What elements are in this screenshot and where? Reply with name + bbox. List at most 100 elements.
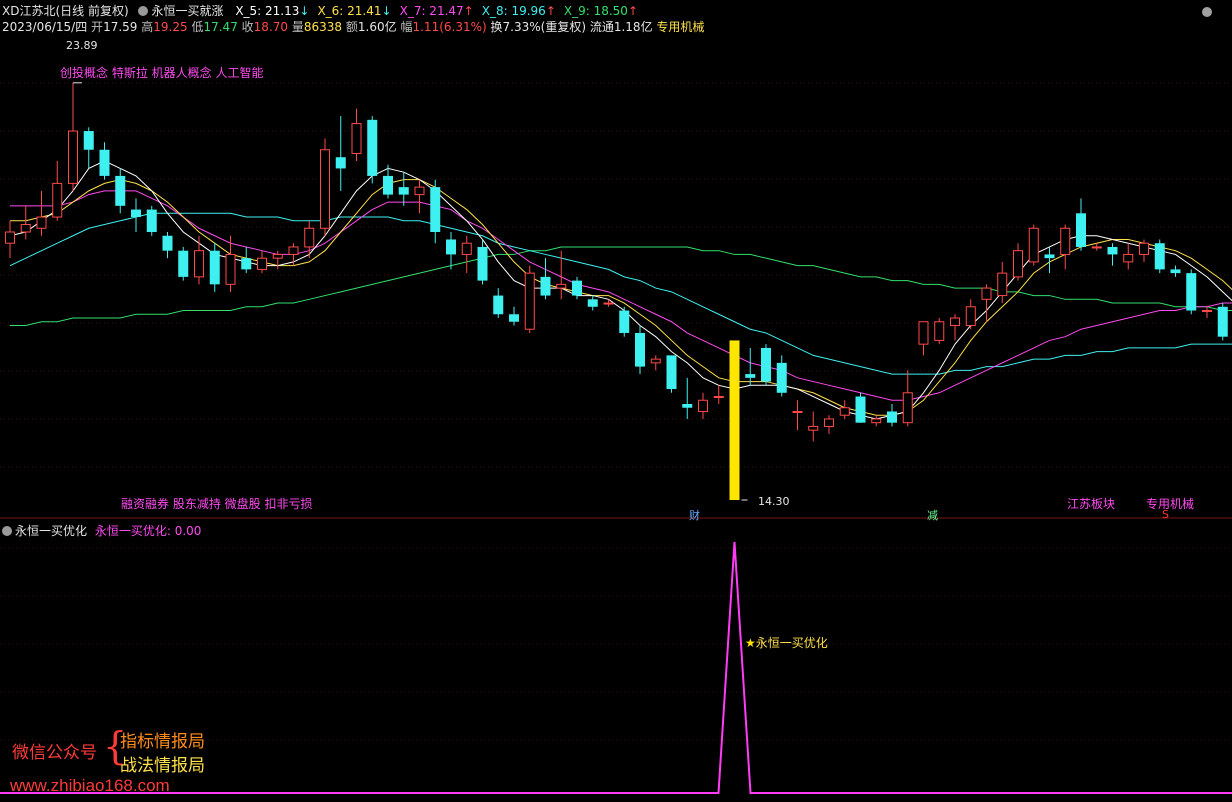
candle-body <box>1028 227 1039 263</box>
quote-volume: 86338 <box>303 20 343 34</box>
candle-body <box>194 250 204 278</box>
candle-body <box>146 209 157 232</box>
candle-body <box>1091 246 1102 249</box>
candle-body <box>745 374 756 378</box>
jiangsu-sector-label[interactable]: 江苏板块 <box>1067 495 1115 512</box>
signal-bar <box>729 340 740 500</box>
indicator-menu-icon[interactable] <box>138 6 149 16</box>
ma-value-8: X_8: 19.96↑ <box>481 4 556 18</box>
signal-annotation: ★永恒一买优化 <box>745 634 828 651</box>
candle-body <box>587 299 598 307</box>
ma-value-6: X_6: 21.41↓ <box>317 4 392 18</box>
candle-body <box>824 418 834 427</box>
candle-body <box>36 216 47 229</box>
candle-body <box>950 317 960 326</box>
quote-date: 2023/06/15/四 <box>2 20 88 34</box>
candle-body <box>5 231 15 244</box>
candle-body <box>99 149 110 176</box>
watermark-wechat: 微信公众号 <box>12 743 97 763</box>
candle-body <box>619 310 630 333</box>
candle-body <box>761 347 771 382</box>
candle-body <box>1044 254 1055 259</box>
star-icon: ★ <box>745 636 756 650</box>
watermark-url[interactable]: www.zhibiao168.com <box>10 776 170 796</box>
quote-low: 17.47 <box>203 20 238 34</box>
candlestick-chart[interactable] <box>0 0 1232 802</box>
ma-values: X_5: 21.13↓ X_6: 21.41↓ X_7: 21.47↑ X_8: 19… <box>227 4 638 18</box>
candle-body <box>225 253 236 285</box>
candle-body <box>461 242 472 255</box>
reduce-holding-marker[interactable]: 减 <box>927 507 938 523</box>
candle-body <box>446 239 456 255</box>
s-marker: S <box>1162 508 1169 521</box>
ma-arrow-icon: ↑ <box>545 4 556 18</box>
candle-body <box>1076 213 1086 247</box>
candle-body <box>1123 253 1134 263</box>
ma-value-5: X_5: 21.13↓ <box>235 4 310 18</box>
quote-open: 17.59 <box>103 20 138 34</box>
candle-body <box>288 246 299 255</box>
candle-body <box>666 355 677 390</box>
candle-body <box>1186 273 1197 311</box>
candle-body <box>178 250 189 277</box>
finance-marker[interactable]: 财 <box>689 507 700 523</box>
ma-arrow-icon: ↑ <box>463 4 474 18</box>
quote-amount: 1.60亿 <box>357 20 397 34</box>
candle-body <box>855 396 866 423</box>
close-window-icon[interactable] <box>1202 6 1212 20</box>
candle-body <box>902 392 913 424</box>
candle-body <box>965 306 976 326</box>
candle-body <box>83 131 94 150</box>
candle-body <box>115 175 126 206</box>
candle-body <box>792 410 803 413</box>
low-price-label: 14.30 <box>758 495 790 508</box>
ma-value-7: X_7: 21.47↑ <box>399 4 474 18</box>
candle-body <box>383 175 393 195</box>
candle-body <box>272 253 283 259</box>
candle-body <box>1202 310 1212 313</box>
candle-body <box>997 272 1008 297</box>
candle-body <box>257 257 267 270</box>
candle-body <box>477 246 488 281</box>
right-gutter <box>1222 0 1232 802</box>
candle-body <box>1013 250 1023 278</box>
concept-tags-bottom: 融资融券 股东减持 微盘股 扣非亏损 <box>121 497 313 511</box>
candle-body <box>414 186 425 196</box>
ma-arrow-icon: ↑ <box>627 4 639 18</box>
quote-close: 18.70 <box>253 20 289 34</box>
quote-high: 19.25 <box>153 20 188 34</box>
candle-body <box>52 182 63 218</box>
watermark-line2: 战法情报局 <box>120 756 205 776</box>
sub-indicator-menu-icon[interactable] <box>2 526 12 536</box>
candle-body <box>650 358 661 364</box>
indicator-name[interactable]: 永恒一买就涨 <box>151 4 223 18</box>
sub-indicator-title[interactable]: 永恒一买优化 <box>15 524 87 538</box>
candle-body <box>320 149 330 229</box>
candle-body <box>540 276 551 296</box>
candle-body <box>682 404 693 408</box>
candle-body <box>698 399 708 412</box>
quote-change: 1.11(6.31%) <box>412 20 487 34</box>
quote-bar: 2023/06/15/四 开17.59 高19.25 低17.47 收18.70… <box>2 20 705 34</box>
signal-label: 永恒一买优化 <box>755 636 828 650</box>
candle-body <box>556 283 567 289</box>
candle-body <box>572 280 582 296</box>
candle-body <box>1139 242 1149 255</box>
candle-body <box>68 130 78 184</box>
candle-body <box>20 224 31 233</box>
stock-title[interactable]: XD江苏北(日线 前复权) <box>2 4 129 18</box>
candle-body <box>430 187 441 232</box>
candle-body <box>1170 269 1181 274</box>
ma8-line <box>9 212 1232 375</box>
ma-arrow-icon: ↓ <box>299 4 310 18</box>
candle-body <box>1107 246 1118 255</box>
candle-body <box>934 321 945 341</box>
candle-body <box>509 314 519 322</box>
industry-sector-label[interactable]: 专用机械 <box>1146 495 1194 512</box>
candle-body <box>713 396 724 399</box>
candle-body <box>162 235 173 251</box>
high-price-label: 23.89 <box>66 39 98 52</box>
candle-body <box>808 425 819 431</box>
concept-tags-top: 创投概念 特斯拉 机器人概念 人工智能 <box>60 66 264 80</box>
candle-body <box>524 272 535 330</box>
